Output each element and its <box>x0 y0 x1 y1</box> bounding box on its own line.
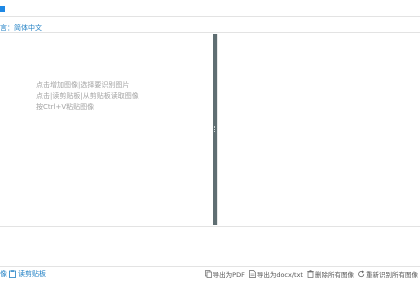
export-docx-label: 导出为docx/txt <box>256 271 303 279</box>
export-docx-button[interactable]: 导出为docx/txt <box>248 269 303 279</box>
document-icon <box>248 270 256 278</box>
language-selector[interactable]: 言：简体中文 <box>0 23 42 33</box>
bottom-bar: 像 读剪贴板 导出为PDF 导出为docx/txt 删除所有图像 重新识别所有图… <box>0 266 420 281</box>
image-hints: 点击增加图像|选择要识别图片 点击|读剪贴板|从剪贴板读取图像 按Ctrl+V粘… <box>36 80 139 113</box>
bottom-left-actions: 像 读剪贴板 <box>0 269 46 279</box>
export-pdf-label: 导出为PDF <box>212 271 245 279</box>
copy-icon <box>204 270 212 278</box>
hint-read-clipboard: 点击|读剪贴板|从剪贴板读取图像 <box>36 92 139 100</box>
result-text-area[interactable] <box>217 34 420 225</box>
delete-all-label: 删除所有图像 <box>315 271 354 279</box>
read-clipboard-link[interactable]: 读剪贴板 <box>18 269 46 279</box>
language-bar: 言：简体中文 <box>0 21 420 33</box>
refresh-icon <box>358 270 365 278</box>
hint-paste: 按Ctrl+V粘贴图像 <box>36 103 95 111</box>
rerecognize-label: 重新识别所有图像 <box>366 271 418 279</box>
language-value[interactable]: 简体中文 <box>14 24 42 32</box>
clipboard-icon <box>9 270 16 278</box>
bottom-right-toolbar: 导出为PDF 导出为docx/txt 删除所有图像 重新识别所有图像 <box>204 269 418 279</box>
add-image-link[interactable]: 像 <box>0 269 7 279</box>
rerecognize-button[interactable]: 重新识别所有图像 <box>358 269 418 279</box>
trash-icon <box>307 270 314 278</box>
export-pdf-button[interactable]: 导出为PDF <box>204 269 245 279</box>
app-accent-icon[interactable] <box>0 6 5 12</box>
language-label: 言： <box>0 24 14 32</box>
delete-all-button[interactable]: 删除所有图像 <box>307 269 354 279</box>
top-toolbar <box>0 0 420 17</box>
divider-line <box>0 226 420 227</box>
hint-add-image: 点击增加图像|选择要识别图片 <box>36 81 130 89</box>
image-drop-area[interactable] <box>0 34 213 226</box>
